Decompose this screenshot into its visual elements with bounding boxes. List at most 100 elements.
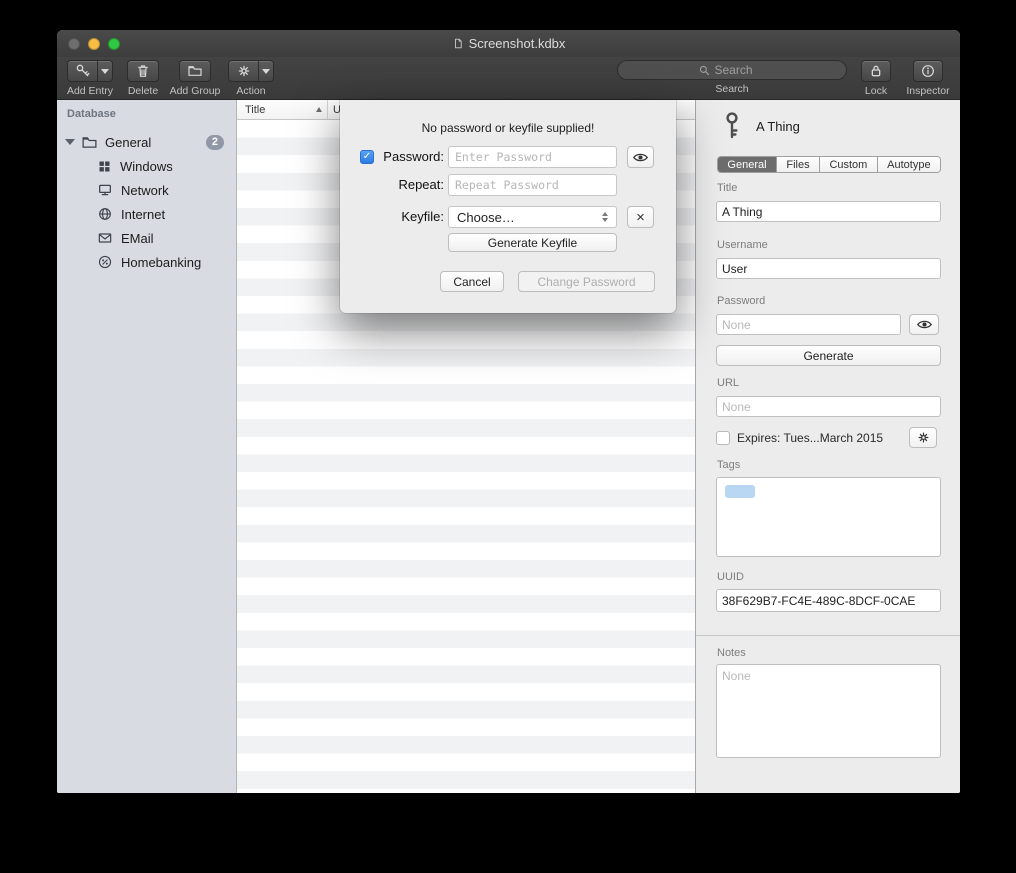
inspector-panel: A Thing General Files Custom Autotype Ti… — [695, 100, 960, 793]
password-checkbox[interactable]: ✓ — [360, 150, 374, 164]
tags-box[interactable] — [716, 477, 941, 557]
password-field[interactable] — [716, 314, 901, 335]
inspector-label: Inspector — [906, 85, 949, 97]
expires-label: Expires: Tues...March 2015 — [737, 431, 883, 445]
eye-icon — [632, 149, 649, 166]
sidebar-item-general[interactable]: General 2 — [57, 130, 236, 154]
tag-token[interactable] — [725, 485, 755, 498]
action-button[interactable] — [228, 60, 274, 82]
change-password-button[interactable]: Change Password — [518, 271, 655, 292]
titlebar: Screenshot.kdbx — [57, 30, 960, 57]
password-input[interactable] — [448, 146, 617, 168]
generate-keyfile-label: Generate Keyfile — [488, 236, 577, 250]
delete-label: Delete — [128, 85, 158, 97]
sidebar-item-label: General — [105, 135, 151, 150]
eye-icon — [916, 316, 933, 333]
document-icon — [452, 37, 464, 50]
minimize-button[interactable] — [88, 38, 100, 50]
notes-label: Notes — [717, 647, 746, 659]
sidebar-item-network[interactable]: Network — [57, 178, 236, 202]
lock-label: Lock — [865, 85, 887, 97]
url-field-label: URL — [717, 377, 739, 389]
tab-autotype[interactable]: Autotype — [878, 157, 940, 172]
close-x-icon: × — [636, 209, 645, 226]
tab-general[interactable]: General — [718, 157, 777, 172]
sidebar-item-homebanking[interactable]: Homebanking — [57, 250, 236, 274]
uuid-field[interactable] — [716, 589, 941, 612]
column-header-title[interactable]: Title — [237, 100, 328, 119]
search-input[interactable] — [715, 63, 767, 77]
title-field[interactable] — [716, 201, 941, 222]
windows-icon — [97, 159, 112, 174]
password-label: Password: — [378, 146, 444, 168]
inspector-divider — [696, 635, 960, 636]
computer-icon — [97, 182, 113, 198]
window-title: Screenshot.kdbx — [469, 36, 566, 51]
zoom-button[interactable] — [108, 38, 120, 50]
gear-icon — [229, 61, 258, 81]
toolbar: Add Entry Delete Add Group Action — [57, 57, 960, 100]
dialog-message: No password or keyfile supplied! — [340, 121, 676, 135]
sidebar-item-label: Homebanking — [121, 255, 201, 270]
repeat-label: Repeat: — [378, 174, 444, 196]
clear-keyfile-button[interactable]: × — [627, 206, 654, 228]
envelope-icon — [97, 230, 113, 246]
check-icon: ✓ — [363, 151, 371, 163]
tab-files[interactable]: Files — [777, 157, 820, 172]
cancel-button[interactable]: Cancel — [440, 271, 504, 292]
sidebar-item-label: Windows — [120, 159, 173, 174]
reveal-password-button[interactable] — [627, 146, 654, 168]
chevron-down-icon[interactable] — [258, 61, 273, 81]
sidebar-item-windows[interactable]: Windows — [57, 154, 236, 178]
add-group-label: Add Group — [170, 85, 221, 97]
search-icon — [698, 64, 711, 77]
info-icon — [920, 63, 936, 79]
column-title-label: Title — [245, 104, 265, 116]
password-field-label: Password — [717, 295, 765, 307]
folder-icon — [81, 134, 98, 151]
cancel-label: Cancel — [453, 275, 490, 289]
percent-coin-icon — [97, 254, 113, 270]
sidebar-item-label: Internet — [121, 207, 165, 222]
sidebar-item-internet[interactable]: Internet — [57, 202, 236, 226]
keyfile-label: Keyfile: — [378, 206, 444, 228]
expires-settings-button[interactable] — [909, 427, 937, 448]
sidebar-item-email[interactable]: EMail — [57, 226, 236, 250]
change-password-label: Change Password — [537, 275, 635, 289]
expires-checkbox[interactable] — [716, 431, 730, 445]
search-label: Search — [715, 83, 748, 95]
generate-password-button[interactable]: Generate — [716, 345, 941, 366]
username-field[interactable] — [716, 258, 941, 279]
add-group-button[interactable] — [179, 60, 211, 82]
keyfile-popup-value: Choose… — [457, 210, 515, 225]
toolbar-item-search: Search — [617, 60, 847, 95]
add-entry-button[interactable] — [67, 60, 113, 82]
key-plus-icon — [68, 61, 97, 81]
inspector-button[interactable] — [913, 60, 943, 82]
gear-icon — [916, 430, 931, 445]
keyfile-popup[interactable]: Choose… — [448, 206, 617, 228]
lock-icon — [868, 63, 884, 79]
reveal-entry-password-button[interactable] — [909, 314, 939, 335]
notes-field[interactable] — [716, 664, 941, 758]
uuid-label: UUID — [717, 571, 744, 583]
sort-ascending-icon — [316, 107, 322, 112]
toolbar-item-delete: Delete — [121, 60, 165, 97]
popup-stepper-icon — [602, 212, 608, 222]
inspector-tabs: General Files Custom Autotype — [717, 156, 941, 173]
delete-button[interactable] — [127, 60, 159, 82]
tags-label: Tags — [717, 459, 740, 471]
url-field[interactable] — [716, 396, 941, 417]
disclosure-triangle-icon[interactable] — [65, 139, 75, 145]
search-field[interactable] — [617, 60, 847, 80]
folder-icon — [187, 63, 203, 79]
title-field-label: Title — [717, 182, 737, 194]
globe-icon — [97, 206, 113, 222]
close-button[interactable] — [68, 38, 80, 50]
generate-label: Generate — [803, 349, 853, 363]
generate-keyfile-button[interactable]: Generate Keyfile — [448, 233, 617, 252]
tab-custom[interactable]: Custom — [820, 157, 878, 172]
chevron-down-icon[interactable] — [97, 61, 112, 81]
repeat-password-input[interactable] — [448, 174, 617, 196]
lock-button[interactable] — [861, 60, 891, 82]
